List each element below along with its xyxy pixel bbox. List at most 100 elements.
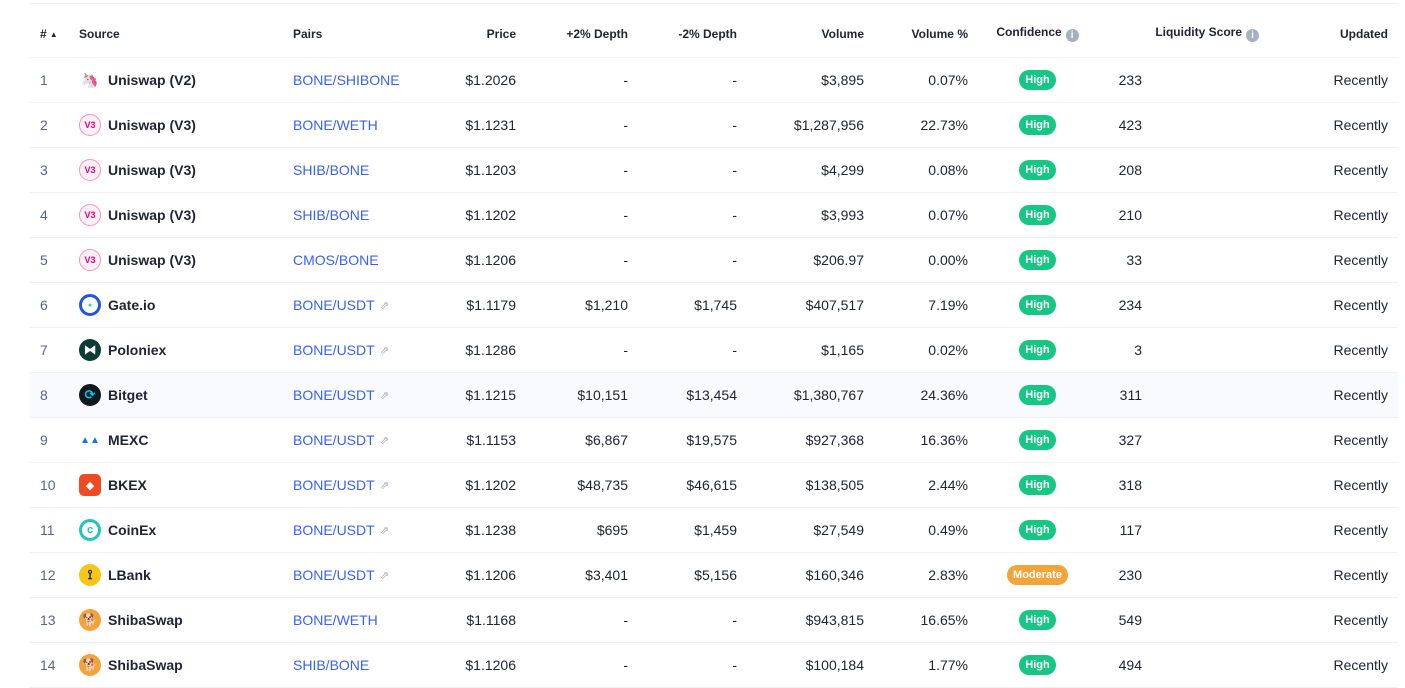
external-link-icon[interactable]: ⇗ [380,389,389,402]
top-divider [30,3,1398,4]
pair-cell[interactable]: SHIB/BONE [293,147,433,193]
volume-percent-cell: 0.08% [864,147,968,193]
source-cell[interactable]: ● Gate.io [79,282,293,328]
table-row[interactable]: 10 ◆ BKEX BONE/USDT ⇗ $1.1202 $48,735 $46,615 $1… [30,462,1398,508]
pair-link[interactable]: BONE/USDT [293,432,375,448]
source-name: Uniswap (V3) [108,117,196,133]
depth-minus-header[interactable]: -2% Depth [628,10,737,58]
source-cell[interactable]: V3 Uniswap (V3) [79,237,293,283]
confidence-badge: High [1019,160,1056,180]
external-link-icon[interactable]: ⇗ [380,299,389,312]
table-row[interactable]: 11 c CoinEx BONE/USDT ⇗ $1.1238 $695 $1,459 $27,… [30,507,1398,553]
depth-plus-cell: - [516,597,628,643]
source-cell[interactable]: V3 Uniswap (V3) [79,192,293,238]
pair-link[interactable]: BONE/SHIBONE [293,72,400,88]
table-row[interactable]: 6 ● Gate.io BONE/USDT ⇗ $1.1179 $1,210 $1,745 $4… [30,282,1398,328]
source-cell[interactable]: 🐕 ShibaSwap [79,642,293,688]
pair-cell[interactable]: BONE/USDT ⇗ [293,552,433,598]
external-link-icon[interactable]: ⇗ [380,524,389,537]
pair-link[interactable]: BONE/USDT [293,387,375,403]
volume-header[interactable]: Volume [737,10,864,58]
pair-link[interactable]: BONE/USDT [293,297,375,313]
liquidity-score-cell: 3 [1107,327,1269,373]
price-header[interactable]: Price [433,10,516,58]
pair-link[interactable]: BONE/USDT [293,567,375,583]
source-cell[interactable]: ◆ BKEX [79,462,293,508]
pair-link[interactable]: SHIB/BONE [293,207,369,223]
pair-link[interactable]: SHIB/BONE [293,162,369,178]
depth-plus-cell: $695 [516,507,628,553]
table-row[interactable]: 2 V3 Uniswap (V3) BONE/WETH $1.1231- - $1,287,… [30,102,1398,148]
liquidity-score-header[interactable]: Liquidity Score i [1107,10,1269,58]
pair-link[interactable]: BONE/WETH [293,612,378,628]
pair-cell[interactable]: BONE/SHIBONE [293,57,433,103]
table-row[interactable]: 9 ▲▲ MEXC BONE/USDT ⇗ $1.1153 $6,867 $19,575 $92… [30,417,1398,463]
pair-link[interactable]: SHIB/BONE [293,657,369,673]
liquidity-score-cell: 327 [1107,417,1269,463]
uniswap-v3-icon: V3 [79,114,101,136]
pair-cell[interactable]: BONE/USDT ⇗ [293,417,433,463]
external-link-icon[interactable]: ⇗ [380,569,389,582]
source-cell[interactable]: V3 Uniswap (V3) [79,102,293,148]
depth-minus-cell: $46,615 [628,462,737,508]
bitget-icon: ⟳ [79,384,101,406]
updated-header[interactable]: Updated [1269,10,1398,58]
depth-plus-cell: $10,151 [516,372,628,418]
source-cell[interactable]: ▲▲ MEXC [79,417,293,463]
external-link-icon[interactable]: ⇗ [380,434,389,447]
pair-cell[interactable]: SHIB/BONE [293,642,433,688]
volume-cell: $27,549 [737,507,864,553]
confidence-cell: High [968,282,1107,328]
info-icon[interactable]: i [1246,29,1259,42]
source-header[interactable]: Source [79,10,293,58]
updated-cell: Recently [1269,147,1398,193]
table-row[interactable]: 5 V3 Uniswap (V3) CMOS/BONE $1.1206- - $206.97… [30,237,1398,283]
pair-cell[interactable]: BONE/USDT ⇗ [293,327,433,373]
table-row[interactable]: 1 🦄 Uniswap (V2) BONE/SHIBONE $1.2026- - $3,89… [30,57,1398,103]
source-cell[interactable]: 🦄 Uniswap (V2) [79,57,293,103]
depth-minus-cell: - [628,327,737,373]
depth-plus-cell: - [516,642,628,688]
pair-cell[interactable]: BONE/WETH [293,102,433,148]
external-link-icon[interactable]: ⇗ [380,344,389,357]
updated-cell: Recently [1269,597,1398,643]
pair-cell[interactable]: BONE/USDT ⇗ [293,372,433,418]
source-name: Uniswap (V2) [108,72,196,88]
pair-link[interactable]: BONE/USDT [293,477,375,493]
pair-link[interactable]: BONE/USDT [293,342,375,358]
pair-cell[interactable]: BONE/WETH [293,597,433,643]
volume-cell: $927,368 [737,417,864,463]
source-cell[interactable]: 🐕 ShibaSwap [79,597,293,643]
lbank-icon: ⟟ [79,564,101,586]
table-row[interactable]: 3 V3 Uniswap (V3) SHIB/BONE $1.1203- - $4,299 0… [30,147,1398,193]
rank-header[interactable]: # ▲ [30,10,79,58]
table-row[interactable]: 7 ⧓ Poloniex BONE/USDT ⇗ $1.1286- - $1,165 0.02%… [30,327,1398,373]
source-cell[interactable]: ⟳ Bitget [79,372,293,418]
pair-link[interactable]: BONE/WETH [293,117,378,133]
pairs-header[interactable]: Pairs [293,10,433,58]
table-row[interactable]: 13 🐕 ShibaSwap BONE/WETH $1.1168- - $943,815 16… [30,597,1398,643]
source-cell[interactable]: ⟟ LBank [79,552,293,598]
info-icon[interactable]: i [1065,29,1079,42]
pair-cell[interactable]: CMOS/BONE [293,237,433,283]
liquidity-score-cell: 210 [1107,192,1269,238]
shibaswap-icon: 🐕 [79,609,101,631]
external-link-icon[interactable]: ⇗ [380,479,389,492]
table-row[interactable]: 8 ⟳ Bitget BONE/USDT ⇗ $1.1215 $10,151 $13,454 $… [30,372,1398,418]
pair-link[interactable]: BONE/USDT [293,522,375,538]
confidence-header[interactable]: Confidence i [968,10,1107,58]
pair-cell[interactable]: BONE/USDT ⇗ [293,507,433,553]
source-cell[interactable]: c CoinEx [79,507,293,553]
pair-cell[interactable]: SHIB/BONE [293,192,433,238]
volume-percent-header[interactable]: Volume % [864,10,968,58]
source-cell[interactable]: ⧓ Poloniex [79,327,293,373]
updated-cell: Recently [1269,192,1398,238]
table-row[interactable]: 4 V3 Uniswap (V3) SHIB/BONE $1.1202- - $3,993 0… [30,192,1398,238]
source-cell[interactable]: V3 Uniswap (V3) [79,147,293,193]
pair-cell[interactable]: BONE/USDT ⇗ [293,282,433,328]
table-row[interactable]: 14 🐕 ShibaSwap SHIB/BONE $1.1206- - $100,184 1.… [30,642,1398,688]
pair-link[interactable]: CMOS/BONE [293,252,379,268]
pair-cell[interactable]: BONE/USDT ⇗ [293,462,433,508]
table-row[interactable]: 12 ⟟ LBank BONE/USDT ⇗ $1.1206 $3,401 $5,156 $16… [30,552,1398,598]
depth-plus-header[interactable]: +2% Depth [516,10,628,58]
